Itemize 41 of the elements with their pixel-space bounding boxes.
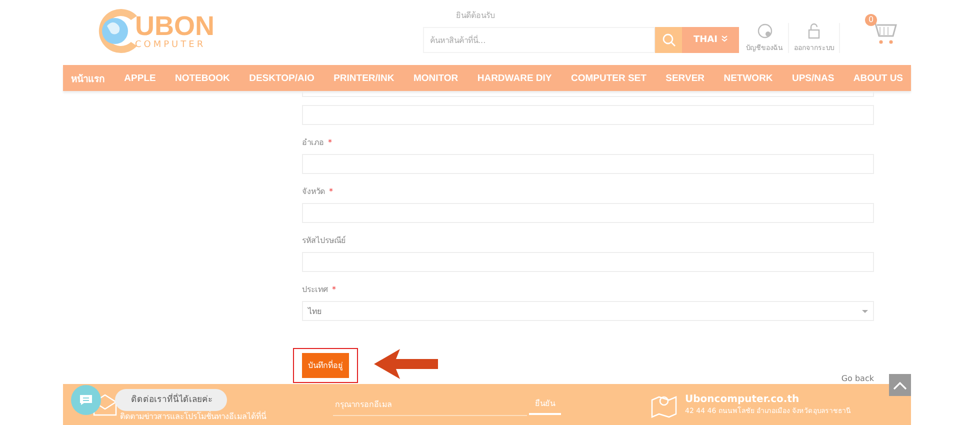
logo-subtitle: COMPUTER: [135, 40, 207, 50]
logo[interactable]: UBON COMPUTER: [93, 6, 423, 56]
site-name: Uboncomputer.co.th: [685, 394, 800, 404]
logo-word: UBON: [135, 12, 214, 40]
chevron-down-icon: [720, 35, 728, 42]
search-icon: [662, 33, 676, 47]
chat-bubble[interactable]: ติดต่อเราที่นี่ได้เลยค่ะ: [115, 389, 227, 411]
field-label: รหัสไปรษณีย์: [302, 236, 346, 246]
nav-link[interactable]: UPS/NAS: [782, 72, 844, 84]
nav-link[interactable]: NOTEBOOK: [165, 72, 240, 84]
search-button[interactable]: [655, 27, 682, 53]
nav-link[interactable]: DESKTOP/AIO: [240, 72, 324, 84]
chevron-up-icon: [893, 380, 907, 390]
save-address-button[interactable]: บันทึกที่อยู่: [302, 353, 349, 378]
caret-icon: [862, 310, 868, 312]
nav-link[interactable]: หน้าแรก: [61, 70, 115, 86]
country-select[interactable]: ไทย: [302, 301, 874, 321]
chat-button[interactable]: [71, 385, 101, 415]
nav-link[interactable]: HARDWARE DIY: [468, 72, 562, 84]
newsletter-text: ติดตามข่าวสารและโปรโมชั่นทางอีเมลได้ที่นี่: [120, 412, 268, 422]
lock-icon: [807, 23, 821, 39]
email-field[interactable]: กรุณากรอกอีเมล: [333, 393, 527, 416]
arrow-icon: [374, 349, 438, 379]
chat-icon: [79, 394, 93, 406]
nav-link[interactable]: PRINTER/INK: [324, 72, 404, 84]
nav-link[interactable]: COMPUTER SET: [561, 72, 656, 84]
go-back-link[interactable]: Go back: [841, 374, 874, 383]
cart-count-badge: 0: [865, 14, 877, 26]
language-dropdown[interactable]: THAI: [682, 27, 739, 53]
nav-link[interactable]: ABOUT US: [844, 72, 913, 84]
field-label: ประเทศ *: [302, 285, 336, 295]
input-field[interactable]: [302, 91, 874, 97]
search-field[interactable]: ค้นหาสินค้าที่นี่...: [423, 27, 655, 53]
field-label: อำเภอ *: [302, 138, 332, 148]
scroll-top-button[interactable]: [889, 374, 911, 396]
field-label: จังหวัด *: [302, 187, 333, 197]
submit-button[interactable]: ยืนยัน: [529, 394, 561, 414]
nav-link[interactable]: APPLE: [114, 72, 166, 84]
nav-link[interactable]: SERVER: [656, 72, 714, 84]
nav-link[interactable]: MONITOR: [404, 72, 468, 84]
nav-link[interactable]: NETWORK: [714, 72, 782, 84]
